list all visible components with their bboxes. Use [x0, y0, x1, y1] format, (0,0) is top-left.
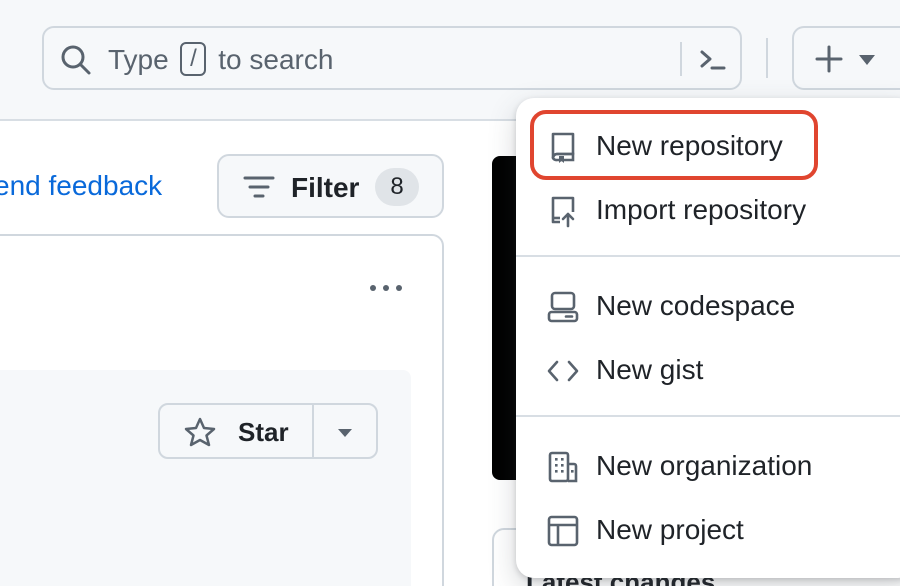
header-divider [766, 38, 768, 78]
menu-item-new-organization[interactable]: New organization [516, 434, 900, 498]
table-icon [547, 515, 579, 547]
filter-label: Filter [291, 172, 360, 203]
search-placeholder: Type / to search [108, 41, 334, 79]
organization-icon [548, 451, 578, 483]
code-icon [547, 360, 579, 382]
search-icon [61, 45, 91, 75]
menu-item-label: Import repository [596, 194, 807, 225]
command-palette-icon[interactable] [694, 42, 730, 78]
menu-item-label: New organization [596, 450, 813, 481]
create-new-menu: New repository Import repository New cod… [516, 98, 900, 578]
filter-count-badge: 8 [375, 168, 419, 206]
plus-icon [815, 45, 843, 73]
menu-item-new-gist[interactable]: New gist [516, 338, 900, 402]
search-shortcut-key: / [180, 41, 207, 76]
codespace-icon [547, 291, 579, 323]
filter-icon [243, 176, 275, 198]
star-lists-dropdown-icon[interactable] [336, 427, 354, 439]
menu-item-import-repository[interactable]: Import repository [516, 178, 900, 242]
star-button-label[interactable]: Star [238, 416, 289, 448]
star-button-group: Star [158, 403, 378, 459]
search-input[interactable]: Type / to search [42, 26, 742, 90]
triangle-down-icon [859, 55, 875, 65]
annotation-highlight-box [530, 110, 818, 180]
repo-push-icon [551, 196, 575, 228]
menu-divider [516, 255, 900, 257]
search-placeholder-start: Type [108, 44, 169, 75]
create-new-button[interactable] [792, 26, 900, 90]
menu-divider [516, 415, 900, 417]
menu-item-label: New project [596, 514, 744, 545]
send-feedback-link[interactable]: end feedback [0, 168, 162, 204]
filter-button[interactable]: Filter 8 [217, 154, 444, 218]
menu-item-label: New codespace [596, 290, 796, 321]
search-placeholder-end: to search [218, 44, 334, 75]
menu-item-label: New gist [596, 354, 704, 385]
star-button-divider [312, 405, 314, 457]
search-divider [680, 42, 682, 76]
menu-item-new-project[interactable]: New project [516, 498, 900, 562]
menu-item-new-codespace[interactable]: New codespace [516, 274, 900, 338]
kebab-horizontal-icon[interactable] [368, 278, 404, 298]
star-icon[interactable] [184, 417, 216, 447]
